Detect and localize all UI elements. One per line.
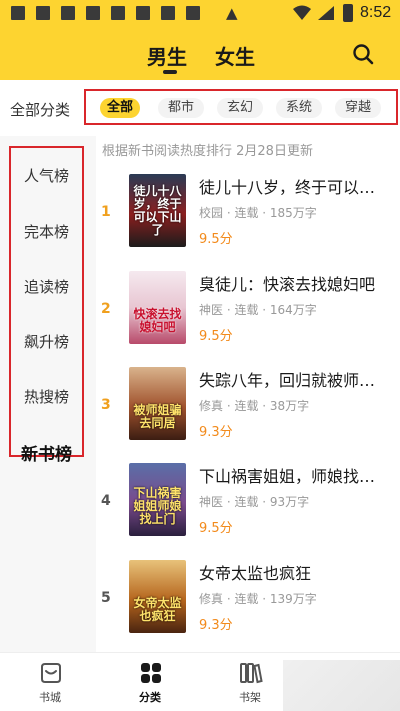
battery-icon	[343, 4, 353, 22]
notification-icon	[186, 6, 200, 20]
cover-title-text: 下山祸害姐姐师娘找上门	[133, 486, 182, 526]
book-meta: 神医 · 连载 · 164万字	[199, 303, 317, 317]
nav-bookshelf[interactable]: 书架	[210, 653, 290, 711]
signal-icon	[318, 6, 334, 20]
book-title: 徒儿十八岁，终于可以…	[199, 178, 376, 197]
ranking-note: 根据新书阅读热度排行 2月28日更新	[102, 144, 313, 159]
book-cover[interactable]: 女帝太监也疯狂	[129, 560, 186, 633]
book-rank: 3	[101, 397, 111, 413]
book-score: 9.5分	[199, 329, 233, 344]
book-rank: 1	[101, 204, 111, 220]
category-chip-group: 全部 都市 玄幻 系统 穿越	[84, 89, 398, 125]
list-item[interactable]: 5 女帝太监也疯狂 女帝太监也疯狂 修真 · 连载 · 139万字 9.3分	[96, 560, 400, 656]
notification-icon	[11, 6, 25, 20]
warning-icon: ▲	[226, 4, 238, 22]
category-icon	[141, 663, 161, 683]
book-meta: 校园 · 连载 · 185万字	[199, 206, 317, 220]
notification-icon	[136, 6, 150, 20]
book-cover[interactable]: 下山祸害姐姐师娘找上门	[129, 463, 186, 536]
chip-all[interactable]: 全部	[100, 98, 140, 118]
sidebar-item-completed[interactable]: 完本榜	[11, 221, 82, 242]
category-row: 全部分类 全部 都市 玄幻 系统 穿越	[0, 80, 400, 136]
list-item[interactable]: 2 快滚去找媳妇吧 臭徒儿：快滚去找媳妇吧 神医 · 连载 · 164万字 9.…	[96, 271, 400, 367]
notification-icon	[61, 6, 75, 20]
nav-label: 书城	[39, 691, 61, 704]
book-rank: 2	[101, 301, 111, 317]
book-cover[interactable]: 徒儿十八岁，终于可以下山了	[129, 174, 186, 247]
book-meta: 修真 · 连载 · 139万字	[199, 592, 317, 606]
ranking-list-group: 人气榜 完本榜 追读榜 飙升榜 热搜榜 新书榜	[9, 146, 84, 465]
all-categories-label[interactable]: 全部分类	[10, 99, 70, 120]
nav-label: 书架	[239, 691, 261, 704]
sidebar-item-following[interactable]: 追读榜	[11, 276, 82, 297]
notification-icon	[161, 6, 175, 20]
list-item[interactable]: 3 被师姐骗去同居 失踪八年，回归就被师… 修真 · 连载 · 38万字 9.3…	[96, 367, 400, 463]
watermark	[283, 660, 400, 711]
chip-system[interactable]: 系统	[276, 98, 322, 118]
bookshelf-icon	[240, 663, 263, 684]
notification-icon	[86, 6, 100, 20]
book-rank: 5	[101, 590, 111, 606]
notification-icon	[36, 6, 50, 20]
sidebar-item-new-books[interactable]: 新书榜	[11, 440, 82, 465]
book-title: 下山祸害姐姐，师娘找…	[199, 467, 376, 486]
cover-title-text: 女帝太监也疯狂	[133, 596, 182, 623]
cover-title-text: 被师姐骗去同居	[133, 403, 182, 430]
book-score: 9.3分	[199, 618, 233, 633]
cover-title-text: 徒儿十八岁，终于可以下山了	[133, 184, 182, 237]
sidebar-item-popular[interactable]: 人气榜	[11, 165, 82, 186]
book-rank: 4	[101, 493, 111, 509]
chip-urban[interactable]: 都市	[158, 98, 204, 118]
nav-bookstore[interactable]: 书城	[10, 653, 90, 711]
book-score: 9.5分	[199, 521, 233, 536]
status-bar: ▲ 8:52	[0, 0, 400, 30]
book-score: 9.3分	[199, 425, 233, 440]
notification-icon	[111, 6, 125, 20]
book-title: 女帝太监也疯狂	[199, 564, 312, 583]
sidebar-item-hot-search[interactable]: 热搜榜	[11, 386, 82, 407]
tab-female[interactable]: 女生	[215, 41, 255, 70]
status-time: 8:52	[360, 4, 392, 21]
chip-fantasy[interactable]: 玄幻	[217, 98, 263, 118]
nav-label: 分类	[139, 691, 161, 704]
tab-male[interactable]: 男生	[147, 41, 187, 70]
list-item[interactable]: 4 下山祸害姐姐师娘找上门 下山祸害姐姐，师娘找… 神医 · 连载 · 93万字…	[96, 463, 400, 559]
book-title: 失踪八年，回归就被师…	[199, 371, 376, 390]
top-header: 男生 女生	[0, 30, 400, 80]
sidebar-item-rising[interactable]: 飙升榜	[11, 331, 82, 352]
ranking-sidebar: 人气榜 完本榜 追读榜 飙升榜 热搜榜 新书榜	[0, 136, 96, 652]
book-title: 臭徒儿：快滚去找媳妇吧	[199, 275, 376, 294]
book-meta: 神医 · 连载 · 93万字	[199, 495, 310, 509]
book-meta: 修真 · 连载 · 38万字	[199, 399, 310, 413]
book-cover[interactable]: 被师姐骗去同居	[129, 367, 186, 440]
active-tab-indicator	[163, 70, 177, 74]
nav-category[interactable]: 分类	[110, 653, 190, 711]
search-icon[interactable]	[351, 42, 375, 66]
chip-time-travel[interactable]: 穿越	[335, 98, 381, 118]
book-cover[interactable]: 快滚去找媳妇吧	[129, 271, 186, 344]
book-score: 9.5分	[199, 232, 233, 247]
list-item[interactable]: 1 徒儿十八岁，终于可以下山了 徒儿十八岁，终于可以… 校园 · 连载 · 18…	[96, 174, 400, 270]
bookstore-icon	[41, 663, 61, 683]
wifi-icon	[293, 5, 311, 20]
cover-title-text: 快滚去找媳妇吧	[133, 307, 182, 334]
